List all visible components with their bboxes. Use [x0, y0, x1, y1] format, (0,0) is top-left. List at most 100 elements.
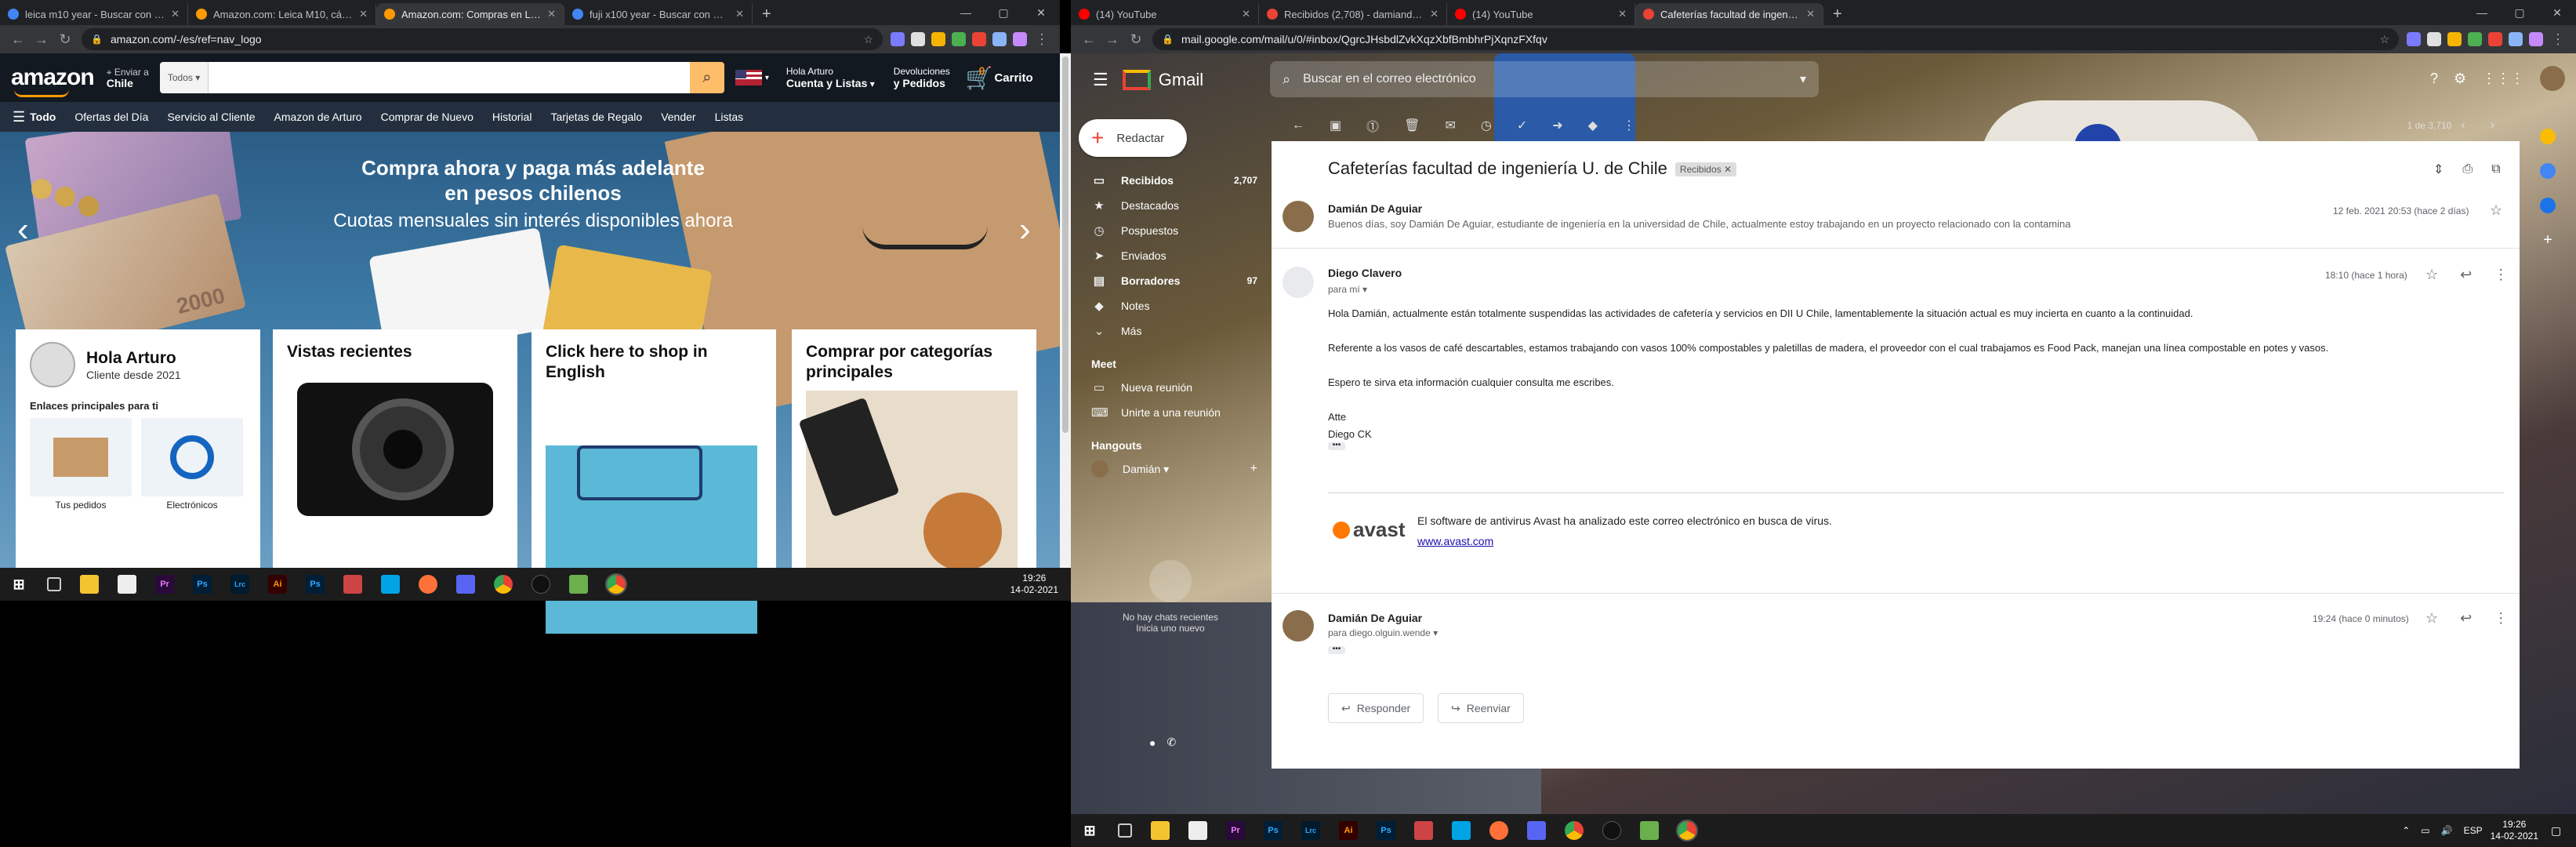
maximize-icon[interactable]: ▢ [2501, 6, 2538, 20]
premiere-icon[interactable]: Pr [155, 575, 174, 594]
right-tab-2[interactable]: (14) YouTube ✕ [1447, 3, 1635, 25]
network-icon[interactable]: ▭ [2421, 825, 2429, 836]
close-tab-icon[interactable]: ✕ [547, 8, 556, 20]
show-trimmed-button[interactable]: ••• [1328, 442, 1345, 450]
app-icon[interactable] [1414, 821, 1433, 840]
bookmark-star-icon[interactable]: ☆ [863, 33, 873, 46]
left-tab-0[interactable]: leica m10 year - Buscar con Goo ✕ [0, 3, 188, 25]
message-snippet[interactable]: Buenos días, soy Damián De Aguiar, estud… [1328, 218, 2347, 230]
extension-icon[interactable] [2427, 32, 2441, 46]
meet-new[interactable]: ▭ Nueva reunión [1071, 375, 1270, 400]
returns-orders[interactable]: Devoluciones y Pedidos [894, 66, 950, 90]
left-scrollbar[interactable] [1060, 53, 1071, 573]
sidebar-item-más[interactable]: ⌄ Más [1071, 318, 1270, 344]
search-icon[interactable]: ⌕ [1283, 71, 1290, 88]
extension-icon[interactable] [992, 32, 1007, 46]
snooze-icon[interactable]: ◷ [1481, 118, 1492, 133]
tray-chevron-icon[interactable]: ⌃ [2402, 825, 2410, 836]
file-explorer-icon[interactable] [80, 575, 99, 594]
discord-icon[interactable] [456, 575, 475, 594]
task-view-icon[interactable] [1118, 823, 1132, 838]
extension-icon[interactable] [891, 32, 905, 46]
search-category-select[interactable]: Todos ▾ [159, 62, 209, 93]
hangouts-user[interactable]: Damián ▾ + [1071, 456, 1270, 482]
deliver-to[interactable]: ⌖ Enviar a Chile [107, 67, 149, 89]
extension-icon[interactable] [2468, 32, 2482, 46]
back-arrow-icon[interactable]: ← [1292, 118, 1304, 133]
photoshop-icon[interactable]: Ps [1264, 821, 1283, 840]
print-icon[interactable]: ⎙ [2462, 162, 2473, 176]
amazon-logo[interactable]: amazon [11, 64, 95, 97]
expand-all-icon[interactable]: ⇕ [2433, 162, 2444, 177]
avast-link[interactable]: www.avast.com [1417, 535, 1493, 547]
gmail-product-name[interactable]: Gmail [1159, 70, 1203, 90]
more-vert-icon[interactable]: ⋮ [2494, 610, 2508, 627]
your-orders-link[interactable]: Tus pedidos [30, 418, 132, 511]
apps-grid-icon[interactable]: ⋮⋮⋮ [2482, 71, 2524, 87]
sidebar-item-enviados[interactable]: ➤ Enviados [1071, 243, 1270, 268]
reload-icon[interactable]: ↻ [1124, 31, 1148, 48]
back-icon[interactable]: ← [1077, 31, 1101, 48]
star-icon[interactable]: ☆ [2490, 202, 2502, 219]
move-to-icon[interactable]: ➜ [1552, 118, 1562, 133]
reply-icon[interactable]: ↩ [2460, 610, 2472, 627]
subnav-item[interactable]: Amazon de Arturo [274, 111, 362, 123]
clock[interactable]: 19:26 14-02-2021 [2491, 819, 2551, 842]
tasks-icon[interactable] [2540, 198, 2556, 213]
app-icon[interactable] [343, 575, 362, 594]
firefox-icon[interactable] [419, 575, 437, 594]
close-tab-icon[interactable]: ✕ [735, 8, 744, 20]
close-tab-icon[interactable]: ✕ [171, 8, 180, 20]
gmail-search[interactable]: ⌕ Buscar en el correo electrónico ▾ [1270, 61, 1819, 97]
windows-start-icon[interactable]: ⊞ [1080, 821, 1099, 840]
app-icon[interactable] [1452, 821, 1471, 840]
photoshop-icon[interactable]: Ps [193, 575, 212, 594]
forward-icon[interactable]: → [1101, 31, 1124, 48]
url-bar[interactable]: 🔒 mail.google.com/mail/u/0/#inbox/QgrcJH… [1152, 28, 2399, 50]
subnav-item[interactable]: Comprar de Nuevo [381, 111, 473, 123]
steam-icon[interactable] [1602, 821, 1621, 840]
subnav-item[interactable]: Listas [715, 111, 744, 123]
chrome-icon[interactable] [494, 575, 513, 594]
photoshop-icon[interactable]: Ps [1377, 821, 1395, 840]
forward-button[interactable]: ↪ Reenviar [1438, 693, 1524, 723]
steam-icon[interactable] [532, 575, 550, 594]
newer-icon[interactable]: ‹ [2461, 118, 2465, 133]
close-window-icon[interactable]: ✕ [1022, 6, 1060, 20]
extension-icon[interactable] [972, 32, 986, 46]
volume-icon[interactable]: 🔊 [2441, 825, 2453, 836]
compose-button[interactable]: + Redactar [1079, 119, 1187, 157]
subnav-item[interactable]: Todo [30, 111, 56, 123]
illustrator-icon[interactable]: Ai [1339, 821, 1358, 840]
subnav-item[interactable]: Historial [492, 111, 532, 123]
notifications-icon[interactable]: ▢ [2551, 824, 2570, 838]
sender-name[interactable]: Diego Clavero [1328, 267, 1402, 279]
recent-views-card[interactable]: Vistas recientes [273, 329, 517, 573]
extension-icon[interactable] [2509, 32, 2523, 46]
url-bar[interactable]: 🔒 amazon.com/-/es/ref=nav_logo ☆ [82, 28, 883, 50]
task-view-icon[interactable] [47, 577, 61, 591]
menu-dots-icon[interactable]: ⋮ [1030, 31, 1054, 48]
illustrator-icon[interactable]: Ai [268, 575, 287, 594]
close-tab-icon[interactable]: ✕ [1430, 8, 1439, 20]
start-chat-link[interactable]: Inicia uno nuevo [1071, 623, 1270, 634]
close-tab-icon[interactable]: ✕ [1242, 8, 1250, 20]
close-window-icon[interactable]: ✕ [2538, 6, 2576, 20]
subnav-item[interactable]: Vender [661, 111, 695, 123]
right-tab-3[interactable]: Cafeterías facultad de ingeniería ✕ [1635, 3, 1823, 25]
archive-icon[interactable]: ▣ [1330, 118, 1341, 133]
close-tab-icon[interactable]: ✕ [1806, 8, 1815, 20]
extension-icon[interactable] [2488, 32, 2502, 46]
maximize-icon[interactable]: ▢ [985, 6, 1022, 20]
sidebar-item-notes[interactable]: ◆ Notes [1071, 293, 1270, 318]
notepad-icon[interactable] [118, 575, 136, 594]
sender-name[interactable]: Damián De Aguiar [1328, 202, 1422, 215]
open-new-window-icon[interactable]: ⧉ [2491, 162, 2500, 176]
back-icon[interactable]: ← [6, 31, 30, 48]
new-tab-button[interactable]: + [753, 3, 781, 25]
show-trimmed-button[interactable]: ••• [1328, 645, 1345, 654]
chrome-active-icon[interactable] [605, 573, 627, 595]
calendar-icon[interactable] [2540, 129, 2556, 144]
star-icon[interactable]: ☆ [2425, 267, 2438, 283]
more-icon[interactable]: ⋮ [1623, 118, 1635, 133]
